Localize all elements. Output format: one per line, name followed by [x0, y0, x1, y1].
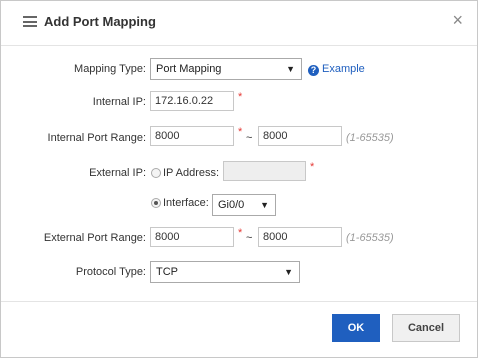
interface-select[interactable]: Gi0/0 ▼ — [212, 194, 276, 216]
dialog-titlebar: Add Port Mapping × — [1, 1, 477, 46]
external-port-range-label: External Port Range: — [43, 232, 146, 244]
protocol-type-select[interactable]: TCP ▼ — [150, 261, 300, 283]
chevron-down-icon: ▼ — [286, 64, 295, 74]
internal-port-range-label: Internal Port Range: — [47, 132, 146, 144]
range-separator: ~ — [246, 232, 253, 244]
ok-button[interactable]: OK — [332, 314, 380, 342]
internal-port-to-field[interactable]: 8000 — [258, 126, 342, 146]
mapping-type-select[interactable]: Port Mapping ▼ — [150, 58, 302, 80]
mapping-type-value: Port Mapping — [156, 63, 222, 75]
interface-radio-label: Interface: — [163, 197, 209, 209]
ip-address-radio-label: IP Address: — [163, 167, 220, 179]
cancel-button[interactable]: Cancel — [392, 314, 460, 342]
required-mark: * — [238, 91, 243, 103]
protocol-type-label: Protocol Type: — [75, 266, 146, 278]
chevron-down-icon: ▼ — [260, 200, 269, 210]
internal-port-from-field[interactable]: 8000 — [150, 126, 234, 146]
help-icon: ? — [308, 65, 319, 76]
required-mark: * — [238, 227, 243, 239]
ip-address-radio[interactable] — [151, 168, 161, 178]
chevron-down-icon: ▼ — [284, 267, 293, 277]
mapping-type-label: Mapping Type: — [74, 63, 146, 75]
interface-radio[interactable] — [151, 198, 161, 208]
close-icon[interactable]: × — [452, 11, 463, 29]
required-mark: * — [310, 161, 315, 173]
add-port-mapping-dialog: Add Port Mapping × Mapping Type: Port Ma… — [0, 0, 478, 358]
external-port-hint: (1-65535) — [346, 232, 394, 244]
protocol-type-value: TCP — [156, 266, 178, 278]
external-port-to-field[interactable]: 8000 — [258, 227, 342, 247]
footer-divider — [1, 301, 477, 302]
required-mark: * — [238, 126, 243, 138]
example-link-label: Example — [322, 63, 365, 75]
range-separator: ~ — [246, 132, 253, 144]
example-link[interactable]: ? Example — [308, 63, 365, 76]
dialog-title: Add Port Mapping — [44, 14, 156, 29]
external-ip-field[interactable] — [223, 161, 306, 181]
internal-ip-label: Internal IP: — [92, 96, 146, 108]
internal-port-hint: (1-65535) — [346, 132, 394, 144]
external-port-from-field[interactable]: 8000 — [150, 227, 234, 247]
menu-icon — [23, 16, 37, 27]
external-ip-label: External IP: — [89, 167, 146, 179]
internal-ip-field[interactable]: 172.16.0.22 — [150, 91, 234, 111]
interface-value: Gi0/0 — [218, 199, 245, 211]
